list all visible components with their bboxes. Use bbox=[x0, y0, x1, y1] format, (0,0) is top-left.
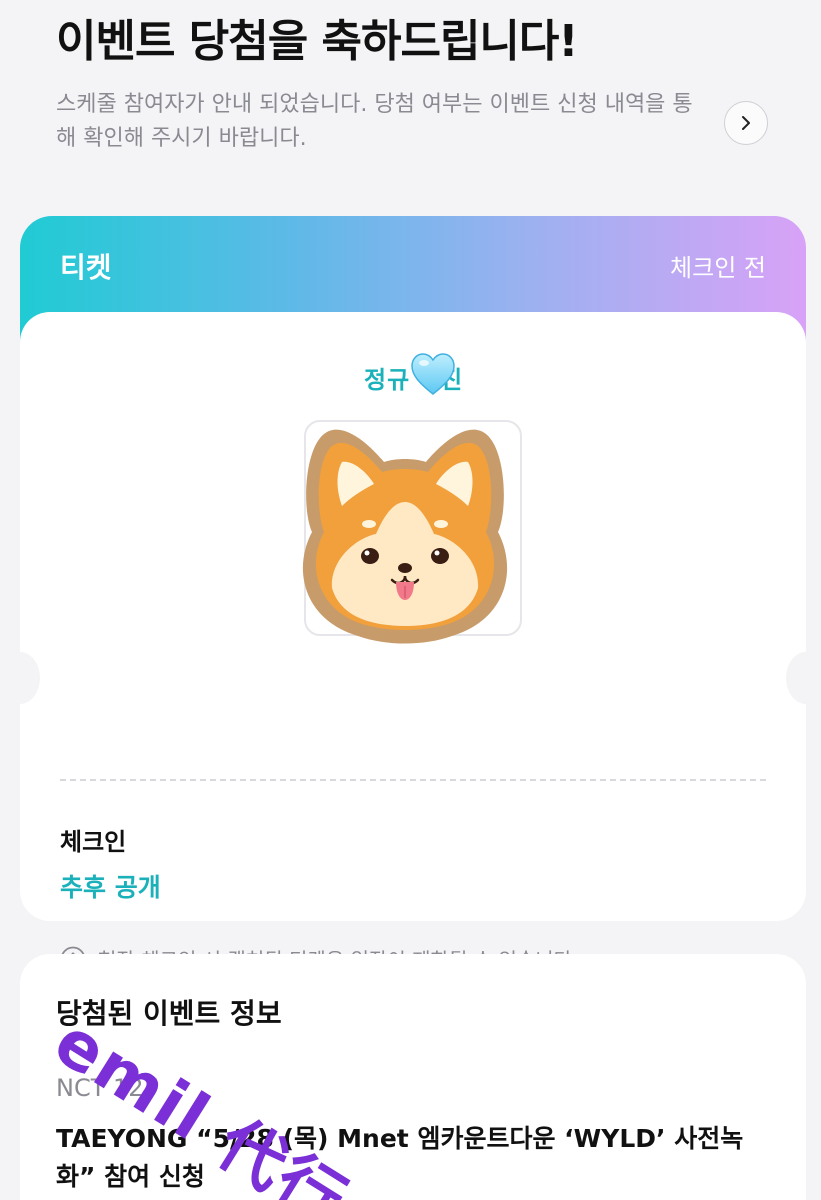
page-header: 이벤트 당첨을 축하드립니다! bbox=[56, 14, 756, 70]
shiba-dog-sticker-icon bbox=[302, 429, 508, 644]
ticket-notch-left bbox=[0, 652, 40, 704]
ticket-notch-right bbox=[786, 652, 821, 704]
ticket-card: 티켓 체크인 전 정규 진 체크인 추후 공개 bbox=[0, 216, 821, 972]
checkin-label: 체크인 bbox=[60, 828, 127, 856]
ticket-title: 티켓 bbox=[60, 251, 112, 284]
checkin-value: 추후 공개 bbox=[60, 873, 161, 902]
heart-sticker-icon bbox=[411, 353, 455, 395]
page-subtitle: 스케줄 참여자가 안내 되었습니다. 당첨 여부는 이벤트 신청 내역을 통해 … bbox=[56, 92, 693, 151]
ticket-divider bbox=[60, 779, 766, 781]
event-history-button[interactable] bbox=[724, 101, 768, 145]
chevron-right-icon bbox=[742, 116, 750, 130]
ticket-body: 정규 진 체크인 추후 공개 bbox=[20, 312, 806, 972]
ticket-status-badge: 체크인 전 bbox=[670, 254, 766, 282]
page-title: 이벤트 당첨을 축하드립니다! bbox=[56, 16, 578, 67]
